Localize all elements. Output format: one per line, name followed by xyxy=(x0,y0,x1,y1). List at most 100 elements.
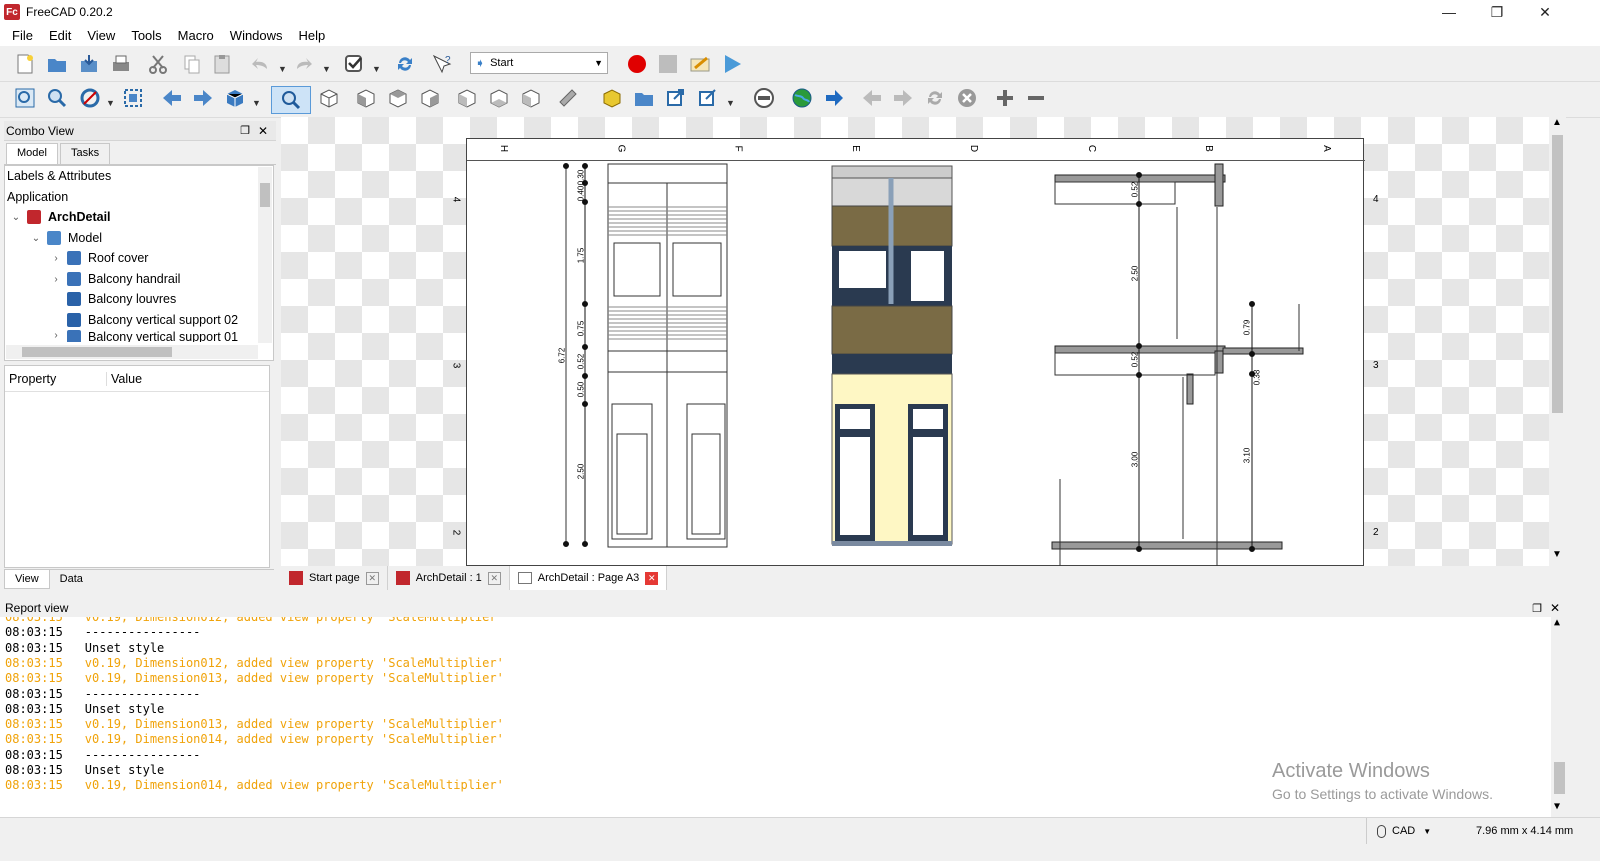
rear-view-icon[interactable] xyxy=(455,86,479,110)
menu-view[interactable]: View xyxy=(79,28,123,43)
isometric-view-icon[interactable] xyxy=(317,86,341,110)
close-tab-icon[interactable]: ✕ xyxy=(365,571,379,585)
refresh-check-icon[interactable] xyxy=(342,52,366,76)
macro-stop-icon[interactable] xyxy=(656,52,680,76)
top-view-icon[interactable] xyxy=(386,86,410,110)
drawing-sheet[interactable]: H G F E D C B A 4 3 2 4 3 2 0.30 0.40 1.… xyxy=(450,138,1379,566)
new-document-icon[interactable] xyxy=(13,52,37,76)
menu-edit[interactable]: Edit xyxy=(41,28,79,43)
tree-item-roof-cover[interactable]: › Roof cover xyxy=(49,248,148,268)
tree-item-balcony-vertical-support-01[interactable]: › Balcony vertical support 01 xyxy=(49,330,238,342)
forward-arrow-icon[interactable] xyxy=(191,86,215,110)
tree-horizontal-scrollbar[interactable] xyxy=(6,345,258,359)
paste-icon[interactable] xyxy=(210,52,234,76)
close-tab-icon[interactable]: ✕ xyxy=(645,571,659,585)
drawing-viewport[interactable]: H G F E D C B A 4 3 2 4 3 2 0.30 0.40 1.… xyxy=(281,117,1566,566)
bottom-view-icon[interactable] xyxy=(487,86,511,110)
zoom-select-icon[interactable] xyxy=(271,86,311,114)
float-panel-icon[interactable]: ❐ xyxy=(1532,602,1542,615)
viewport-vertical-scrollbar[interactable]: ▲ ▼ xyxy=(1549,117,1566,566)
back-arrow-icon[interactable] xyxy=(160,86,184,110)
tree-document-row[interactable]: ⌄ ArchDetail xyxy=(9,207,111,227)
recompute-icon[interactable] xyxy=(393,52,417,76)
link-actions-icon[interactable] xyxy=(696,86,720,110)
chevron-right-icon[interactable]: › xyxy=(49,253,63,264)
menu-windows[interactable]: Windows xyxy=(222,28,291,43)
scroll-thumb[interactable] xyxy=(22,347,172,357)
zoom-in-icon[interactable] xyxy=(993,86,1017,110)
chevron-down-icon[interactable]: ▼ xyxy=(1554,801,1560,812)
print-icon[interactable] xyxy=(109,52,133,76)
redo-icon[interactable] xyxy=(292,52,316,76)
save-icon[interactable] xyxy=(77,52,101,76)
property-editor[interactable]: Property Value xyxy=(4,365,270,568)
standard-views-icon[interactable] xyxy=(223,86,247,110)
float-panel-icon[interactable]: ❐ xyxy=(240,124,250,137)
chevron-right-icon[interactable]: › xyxy=(49,274,63,285)
tab-model[interactable]: Model xyxy=(6,143,58,164)
scroll-thumb[interactable] xyxy=(1554,762,1565,794)
create-link-icon[interactable] xyxy=(664,86,688,110)
minimize-button[interactable]: — xyxy=(1426,0,1472,24)
tree-item-balcony-handrail[interactable]: › Balcony handrail xyxy=(49,269,180,289)
report-vertical-scrollbar[interactable]: ▲ ▼ xyxy=(1551,617,1568,817)
tab-view[interactable]: View xyxy=(4,570,50,589)
measure-distance-icon[interactable] xyxy=(556,86,580,110)
tree-model-row[interactable]: ⌄ Model xyxy=(29,228,102,248)
draw-style-icon[interactable] xyxy=(78,86,102,110)
stop-page-icon[interactable] xyxy=(752,86,776,110)
close-button[interactable]: ✕ xyxy=(1522,0,1568,24)
fit-all-icon[interactable] xyxy=(13,86,37,110)
tab-archdetail-3d[interactable]: ArchDetail : 1 ✕ xyxy=(388,566,510,590)
close-tab-icon[interactable]: ✕ xyxy=(487,571,501,585)
redo-dropdown-arrow-icon[interactable]: ▼ xyxy=(322,64,331,74)
tab-data[interactable]: Data xyxy=(50,570,93,589)
tab-start-page[interactable]: Start page ✕ xyxy=(281,566,388,590)
cut-icon[interactable] xyxy=(146,52,170,76)
tree-item-balcony-louvres[interactable]: Balcony louvres xyxy=(63,289,176,309)
standard-views-dropdown-arrow-icon[interactable]: ▼ xyxy=(252,98,261,108)
menu-macro[interactable]: Macro xyxy=(170,28,222,43)
draw-style-dropdown-arrow-icon[interactable]: ▼ xyxy=(106,98,115,108)
open-folder-icon[interactable] xyxy=(45,52,69,76)
fit-selection-icon[interactable] xyxy=(45,86,69,110)
bounding-box-icon[interactable] xyxy=(121,86,145,110)
chevron-down-icon[interactable]: ⌄ xyxy=(9,212,23,223)
tree-item-balcony-vertical-support-02[interactable]: Balcony vertical support 02 xyxy=(63,310,238,330)
web-back-icon[interactable] xyxy=(860,86,884,110)
chevron-down-icon[interactable]: ⌄ xyxy=(29,233,43,244)
menu-file[interactable]: File xyxy=(4,28,41,43)
chevron-down-icon[interactable]: ▼ xyxy=(1552,549,1562,560)
undo-icon[interactable] xyxy=(248,52,272,76)
scroll-thumb[interactable] xyxy=(1552,135,1563,413)
copy-icon[interactable] xyxy=(180,52,204,76)
link-actions-dropdown-arrow-icon[interactable]: ▼ xyxy=(726,98,735,108)
left-view-icon[interactable] xyxy=(519,86,543,110)
tab-archdetail-page[interactable]: ArchDetail : Page A3 ✕ xyxy=(509,566,668,590)
zoom-out-icon[interactable] xyxy=(1024,86,1048,110)
chevron-up-icon[interactable]: ▲ xyxy=(1552,117,1562,128)
tree-vertical-scrollbar[interactable] xyxy=(258,167,272,343)
checkbox-dropdown-arrow-icon[interactable]: ▼ xyxy=(372,64,381,74)
right-view-icon[interactable] xyxy=(418,86,442,110)
macro-run-icon[interactable] xyxy=(720,52,744,76)
tab-tasks[interactable]: Tasks xyxy=(59,143,111,164)
web-globe-icon[interactable] xyxy=(790,86,814,110)
web-refresh-icon[interactable] xyxy=(923,86,947,110)
nav-style-selector[interactable]: CAD ▼ xyxy=(1366,818,1431,844)
undo-dropdown-arrow-icon[interactable]: ▼ xyxy=(278,64,287,74)
front-view-icon[interactable] xyxy=(354,86,378,110)
menu-tools[interactable]: Tools xyxy=(123,28,169,43)
close-panel-icon[interactable]: ✕ xyxy=(258,124,268,138)
macro-edit-icon[interactable] xyxy=(688,52,712,76)
restore-button[interactable]: ❐ xyxy=(1474,0,1520,24)
whats-this-icon[interactable]: ? xyxy=(430,52,454,76)
create-part-icon[interactable] xyxy=(600,86,624,110)
web-forward-icon[interactable] xyxy=(891,86,915,110)
scroll-thumb[interactable] xyxy=(260,183,270,207)
workbench-selector[interactable]: ➧ Start ▼ xyxy=(470,52,608,74)
create-group-icon[interactable] xyxy=(632,86,656,110)
close-panel-icon[interactable]: ✕ xyxy=(1550,601,1560,615)
web-stop-icon[interactable] xyxy=(955,86,979,110)
chevron-right-icon[interactable]: › xyxy=(49,330,63,341)
